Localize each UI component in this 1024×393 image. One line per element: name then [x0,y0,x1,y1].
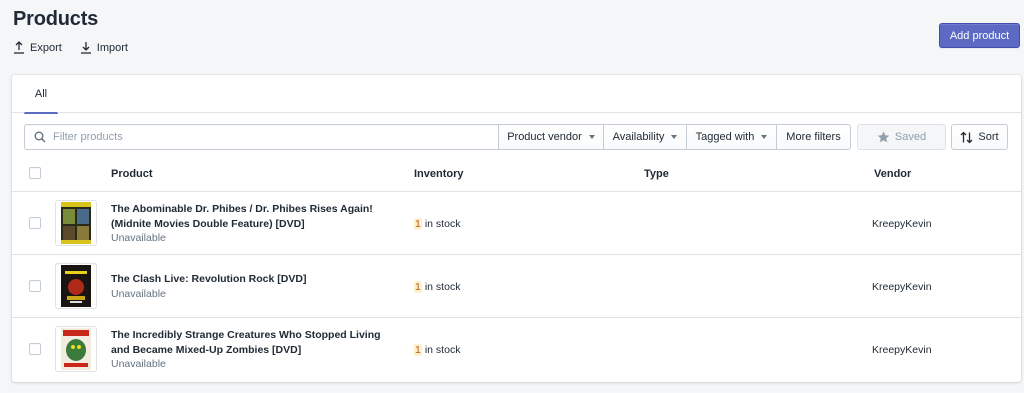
dvd-cover-image [61,328,91,370]
import-icon [80,42,91,54]
saved-button: Saved [857,124,946,150]
add-product-button[interactable]: Add product [939,23,1020,48]
product-vendor-label: Product vendor [507,131,582,143]
vendor-cell: KreepyKevin [872,280,932,293]
product-status: Unavailable [111,288,166,300]
sort-icon [960,131,973,143]
column-header-type: Type [644,168,669,180]
tagged-with-label: Tagged with [695,131,755,143]
product-name-line: and Became Mixed-Up Zombies [DVD] [111,343,302,356]
import-button[interactable]: Import [80,41,128,54]
product-name-line: (Midnite Movies Double Feature) [DVD] [111,217,305,230]
table-header: Product Inventory Type Vendor [12,156,1021,192]
caret-down-icon [588,135,595,139]
stock-text: in stock [424,343,461,356]
select-all-checkbox[interactable] [29,167,41,179]
product-name-line: The Incredibly Strange Creatures Who Sto… [111,329,381,341]
product-name-link[interactable]: The Incredibly Strange Creatures Who Sto… [111,328,401,357]
inventory-cell: 1 in stock [414,255,460,318]
page-title: Products [13,8,99,30]
product-thumbnail[interactable] [55,326,97,372]
table-row[interactable]: The Clash Live: Revolution Rock [DVD] Un… [12,255,1021,318]
more-filters-label: More filters [786,131,841,143]
stock-count-badge: 1 [414,343,422,356]
table-row[interactable]: The Abominable Dr. Phibes / Dr. Phibes R… [12,192,1021,255]
row-checkbox[interactable] [29,343,41,355]
page-actions: Export Import [13,41,128,54]
column-header-inventory: Inventory [414,168,464,180]
product-thumbnail[interactable] [55,200,97,246]
availability-label: Availability [612,131,665,143]
table-row[interactable]: The Incredibly Strange Creatures Who Sto… [12,318,1021,381]
product-name-line: The Clash Live: Revolution Rock [DVD] [111,273,307,285]
export-label: Export [30,41,62,54]
availability-filter[interactable]: Availability [604,124,687,150]
import-label: Import [96,41,128,54]
sort-button[interactable]: Sort [951,124,1008,150]
column-header-product: Product [111,168,153,180]
product-name-line: The Abominable Dr. Phibes / Dr. Phibes R… [111,203,373,215]
caret-down-icon [671,135,678,139]
dvd-cover-image [61,265,91,307]
star-icon [877,131,890,143]
stock-text: in stock [424,217,461,230]
search-icon [34,131,46,143]
product-name-link[interactable]: The Clash Live: Revolution Rock [DVD] [111,272,401,287]
search-input[interactable] [53,131,473,143]
products-card: All Product vendor Availability Tagged w… [12,75,1021,382]
inventory-cell: 1 in stock [414,192,460,255]
saved-label: Saved [894,131,927,143]
product-status: Unavailable [111,232,166,244]
stock-text: in stock [424,280,461,293]
product-vendor-filter[interactable]: Product vendor [499,124,604,150]
tagged-with-filter[interactable]: Tagged with [687,124,777,150]
inventory-cell: 1 in stock [414,318,460,381]
row-checkbox[interactable] [29,217,41,229]
more-filters-button[interactable]: More filters [777,124,851,150]
product-status: Unavailable [111,358,166,370]
product-thumbnail[interactable] [55,263,97,309]
stock-count-badge: 1 [414,217,422,230]
stock-count-badge: 1 [414,280,422,293]
vendor-cell: KreepyKevin [872,343,932,356]
filter-bar: Product vendor Availability Tagged with … [24,124,851,150]
tab-bar: All [12,75,1021,114]
sort-label: Sort [978,131,999,143]
product-name-link[interactable]: The Abominable Dr. Phibes / Dr. Phibes R… [111,202,401,231]
dvd-cover-image [61,202,91,244]
search-field[interactable] [24,124,499,150]
export-button[interactable]: Export [13,41,62,54]
column-header-vendor: Vendor [874,168,912,180]
caret-down-icon [761,135,768,139]
export-icon [14,41,24,54]
vendor-cell: KreepyKevin [872,217,932,230]
row-checkbox[interactable] [29,280,41,292]
tab-all[interactable]: All [24,75,58,114]
